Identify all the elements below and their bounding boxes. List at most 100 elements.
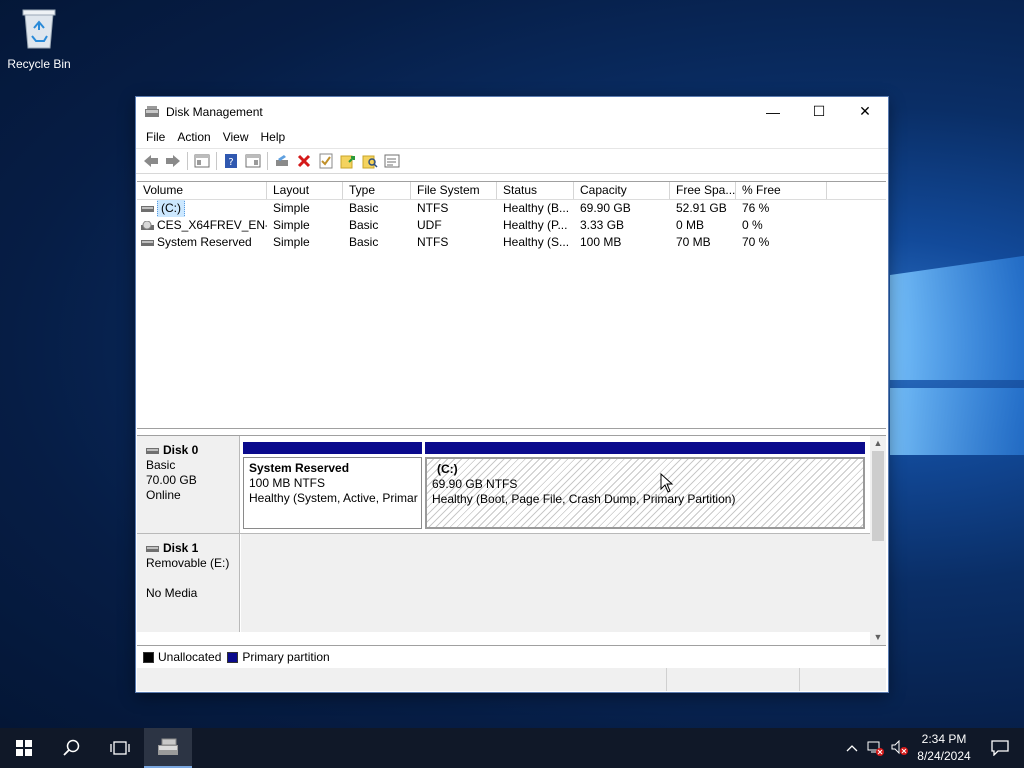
connect-disk-button[interactable]: [271, 150, 293, 172]
show-hide-action-pane-button[interactable]: [242, 150, 264, 172]
partition-size: 100 MB NTFS: [249, 476, 326, 490]
back-button[interactable]: [140, 150, 162, 172]
volume-button[interactable]: [888, 728, 912, 768]
action-center-button[interactable]: [976, 728, 1024, 768]
forward-button[interactable]: [162, 150, 184, 172]
legend-bar: Unallocated Primary partition: [137, 645, 886, 669]
disk-management-app-icon: [158, 738, 178, 755]
file-system-cell: NTFS: [417, 235, 449, 249]
disk-pane-scrollbar[interactable]: ▲ ▼: [870, 436, 886, 646]
volume-name: CES_X64FREV_EN-...: [157, 218, 267, 232]
forward-arrow-icon: [166, 155, 180, 167]
column-header-percent-free[interactable]: % Free: [736, 182, 827, 199]
properties-button[interactable]: [315, 150, 337, 172]
volume-cell: (C:): [137, 200, 267, 217]
partition-name: System Reserved: [249, 461, 350, 475]
column-header-file-system[interactable]: File System: [411, 182, 497, 199]
console-tree-icon: [194, 154, 210, 168]
column-header-volume[interactable]: Volume: [137, 182, 267, 199]
disk-0-state: Online: [146, 488, 181, 502]
maximize-button[interactable]: ☐: [796, 97, 842, 126]
partition-status: Healthy (Boot, Page File, Crash Dump, Pr…: [432, 492, 736, 506]
find-button[interactable]: [359, 150, 381, 172]
column-header-type[interactable]: Type: [343, 182, 411, 199]
settings-button[interactable]: [381, 150, 403, 172]
red-x-delete-icon: [297, 154, 311, 168]
volume-cell: CES_X64FREV_EN-...: [137, 217, 267, 234]
clock[interactable]: 2:34 PM 8/24/2024: [912, 731, 976, 765]
disk-0-label[interactable]: Disk 0 Basic 70.00 GB Online: [137, 436, 240, 533]
clock-time: 2:34 PM: [921, 732, 967, 746]
scroll-down-arrow-icon[interactable]: ▼: [870, 630, 886, 644]
menu-bar: File Action View Help: [136, 126, 888, 148]
network-status-button[interactable]: [864, 728, 888, 768]
task-view-button[interactable]: [96, 728, 144, 768]
volume-row[interactable]: CES_X64FREV_EN-... Simple Basic UDF Heal…: [137, 217, 886, 234]
start-button[interactable]: [0, 728, 48, 768]
partition-status: Healthy (System, Active, Primar: [249, 491, 418, 505]
scrollbar-thumb[interactable]: [872, 451, 884, 541]
column-header-layout[interactable]: Layout: [267, 182, 343, 199]
menu-help[interactable]: Help: [255, 126, 292, 148]
clock-date: 8/24/2024: [917, 749, 971, 763]
status-segment: [137, 668, 668, 691]
menu-view[interactable]: View: [217, 126, 255, 148]
disk-0-size: 70.00 GB: [146, 473, 197, 487]
type-cell: Basic: [349, 235, 379, 249]
title-bar[interactable]: Disk Management — ☐ ✕: [136, 97, 888, 126]
status-bar: [137, 668, 886, 691]
status-cell: Healthy (B...: [503, 201, 570, 215]
volume-row[interactable]: (C:) Simple Basic NTFS Healthy (B... 69.…: [137, 200, 886, 217]
speaker-muted-icon: [891, 740, 908, 755]
scroll-up-arrow-icon[interactable]: ▲: [870, 436, 886, 450]
disk-drive-icon: [146, 545, 159, 552]
window-title: Disk Management: [166, 104, 263, 119]
recycle-bin-shortcut[interactable]: Recycle Bin: [6, 6, 72, 71]
free-space-cell: 70 MB: [676, 235, 711, 249]
delete-button[interactable]: [293, 150, 315, 172]
column-header-capacity[interactable]: Capacity: [574, 182, 670, 199]
minimize-button[interactable]: —: [750, 97, 796, 126]
toolbar-separator: [216, 152, 217, 170]
volume-list[interactable]: Volume Layout Type File System Status Ca…: [137, 181, 886, 429]
disk-graphical-pane[interactable]: Disk 0 Basic 70.00 GB Online System Rese…: [137, 435, 886, 646]
export-list-button[interactable]: [337, 150, 359, 172]
disk-management-app-icon: [145, 105, 159, 117]
partition-system-reserved[interactable]: System Reserved 100 MB NTFS Healthy (Sys…: [243, 442, 422, 529]
percent-free-cell: 70 %: [742, 235, 770, 249]
layout-cell: Simple: [273, 201, 310, 215]
disk-1-row: Disk 1 Removable (E:) No Media: [137, 534, 870, 632]
svg-text:?: ?: [228, 157, 233, 168]
percent-free-cell: 76 %: [742, 201, 770, 215]
show-hide-console-tree-button[interactable]: [191, 150, 213, 172]
help-book-icon: ?: [225, 154, 237, 168]
disk-1-empty-area: [241, 534, 870, 632]
network-disconnected-icon: [867, 741, 884, 756]
column-header-status[interactable]: Status: [497, 182, 574, 199]
partition-c-drive[interactable]: (C:) 69.90 GB NTFS Healthy (Boot, Page F…: [425, 442, 865, 529]
menu-file[interactable]: File: [140, 126, 171, 148]
column-header-free-space[interactable]: Free Spa...: [670, 182, 736, 199]
back-arrow-icon: [144, 155, 158, 167]
search-button[interactable]: [48, 728, 96, 768]
toolbar-separator: [267, 152, 268, 170]
volume-row[interactable]: System Reserved Simple Basic NTFS Health…: [137, 234, 886, 251]
disk-1-label[interactable]: Disk 1 Removable (E:) No Media: [137, 534, 240, 632]
chevron-up-icon: [846, 745, 858, 752]
toolbar-separator: [187, 152, 188, 170]
taskbar-disk-management[interactable]: [144, 728, 192, 768]
type-cell: Basic: [349, 201, 379, 215]
windows-logo-wallpaper: [890, 255, 1024, 455]
file-system-cell: UDF: [417, 218, 442, 232]
free-space-cell: 52.91 GB: [676, 201, 727, 215]
mouse-cursor-icon: [660, 473, 674, 493]
show-hidden-icons-button[interactable]: [840, 728, 864, 768]
menu-action[interactable]: Action: [171, 126, 216, 148]
properties-check-icon: [319, 153, 333, 169]
recycle-bin-label: Recycle Bin: [7, 57, 71, 71]
status-segment: [800, 668, 886, 691]
volume-drive-icon: [141, 239, 154, 246]
help-button[interactable]: ?: [220, 150, 242, 172]
capacity-cell: 100 MB: [580, 235, 622, 249]
close-button[interactable]: ✕: [842, 97, 888, 126]
